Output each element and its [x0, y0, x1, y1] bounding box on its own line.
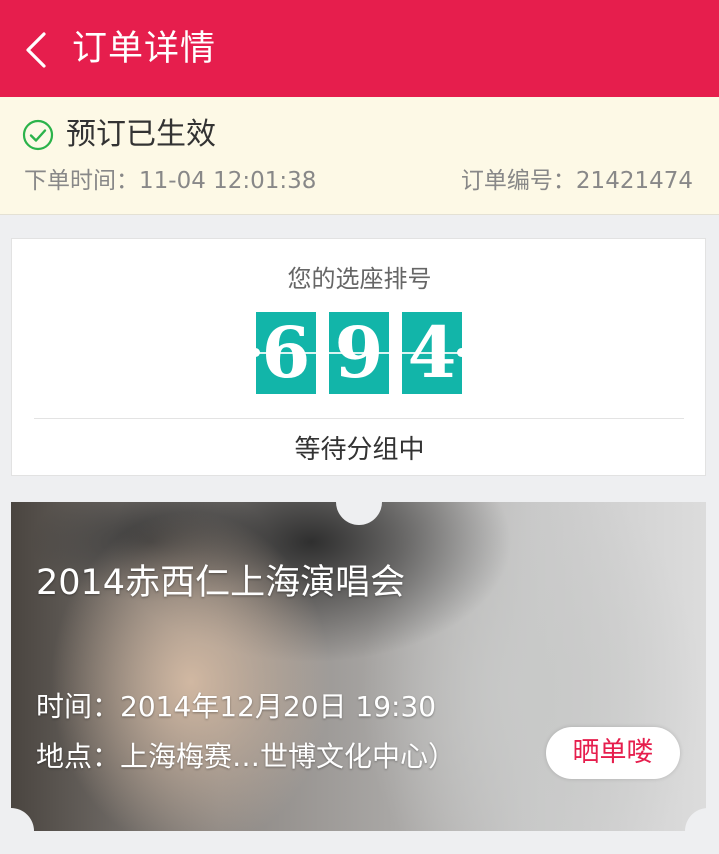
event-ticket-card	[11, 502, 706, 831]
seat-status-text: 等待分组中	[294, 435, 425, 465]
order-number: 订单编号：21421474	[460, 168, 693, 194]
event-venue: 地点：上海梅赛…世博文化中心）	[36, 740, 457, 773]
seat-number-title: 您的选座排号	[287, 265, 432, 293]
chevron-left-icon[interactable]	[18, 28, 58, 72]
event-time: 时间：2014年12月20日 19:30	[36, 690, 437, 723]
flip-hinge-dot	[317, 348, 326, 357]
share-order-button[interactable]: 晒单喽	[546, 727, 680, 779]
ticket-notch	[685, 808, 719, 854]
check-circle-icon	[22, 119, 54, 151]
flip-divider-line	[256, 352, 462, 354]
flip-hinge-dot	[251, 348, 260, 357]
divider	[34, 418, 684, 419]
flip-hinge-dot	[390, 348, 399, 357]
ticket-notch	[336, 479, 382, 525]
flip-hinge-dot	[457, 348, 466, 357]
page-title: 订单详情	[72, 29, 217, 69]
event-title: 2014赤西仁上海演唱会	[36, 563, 406, 603]
order-status-text: 预订已生效	[66, 117, 216, 152]
order-time: 下单时间：11-04 12:01:38	[24, 168, 317, 194]
app-header: 订单详情	[0, 0, 719, 97]
